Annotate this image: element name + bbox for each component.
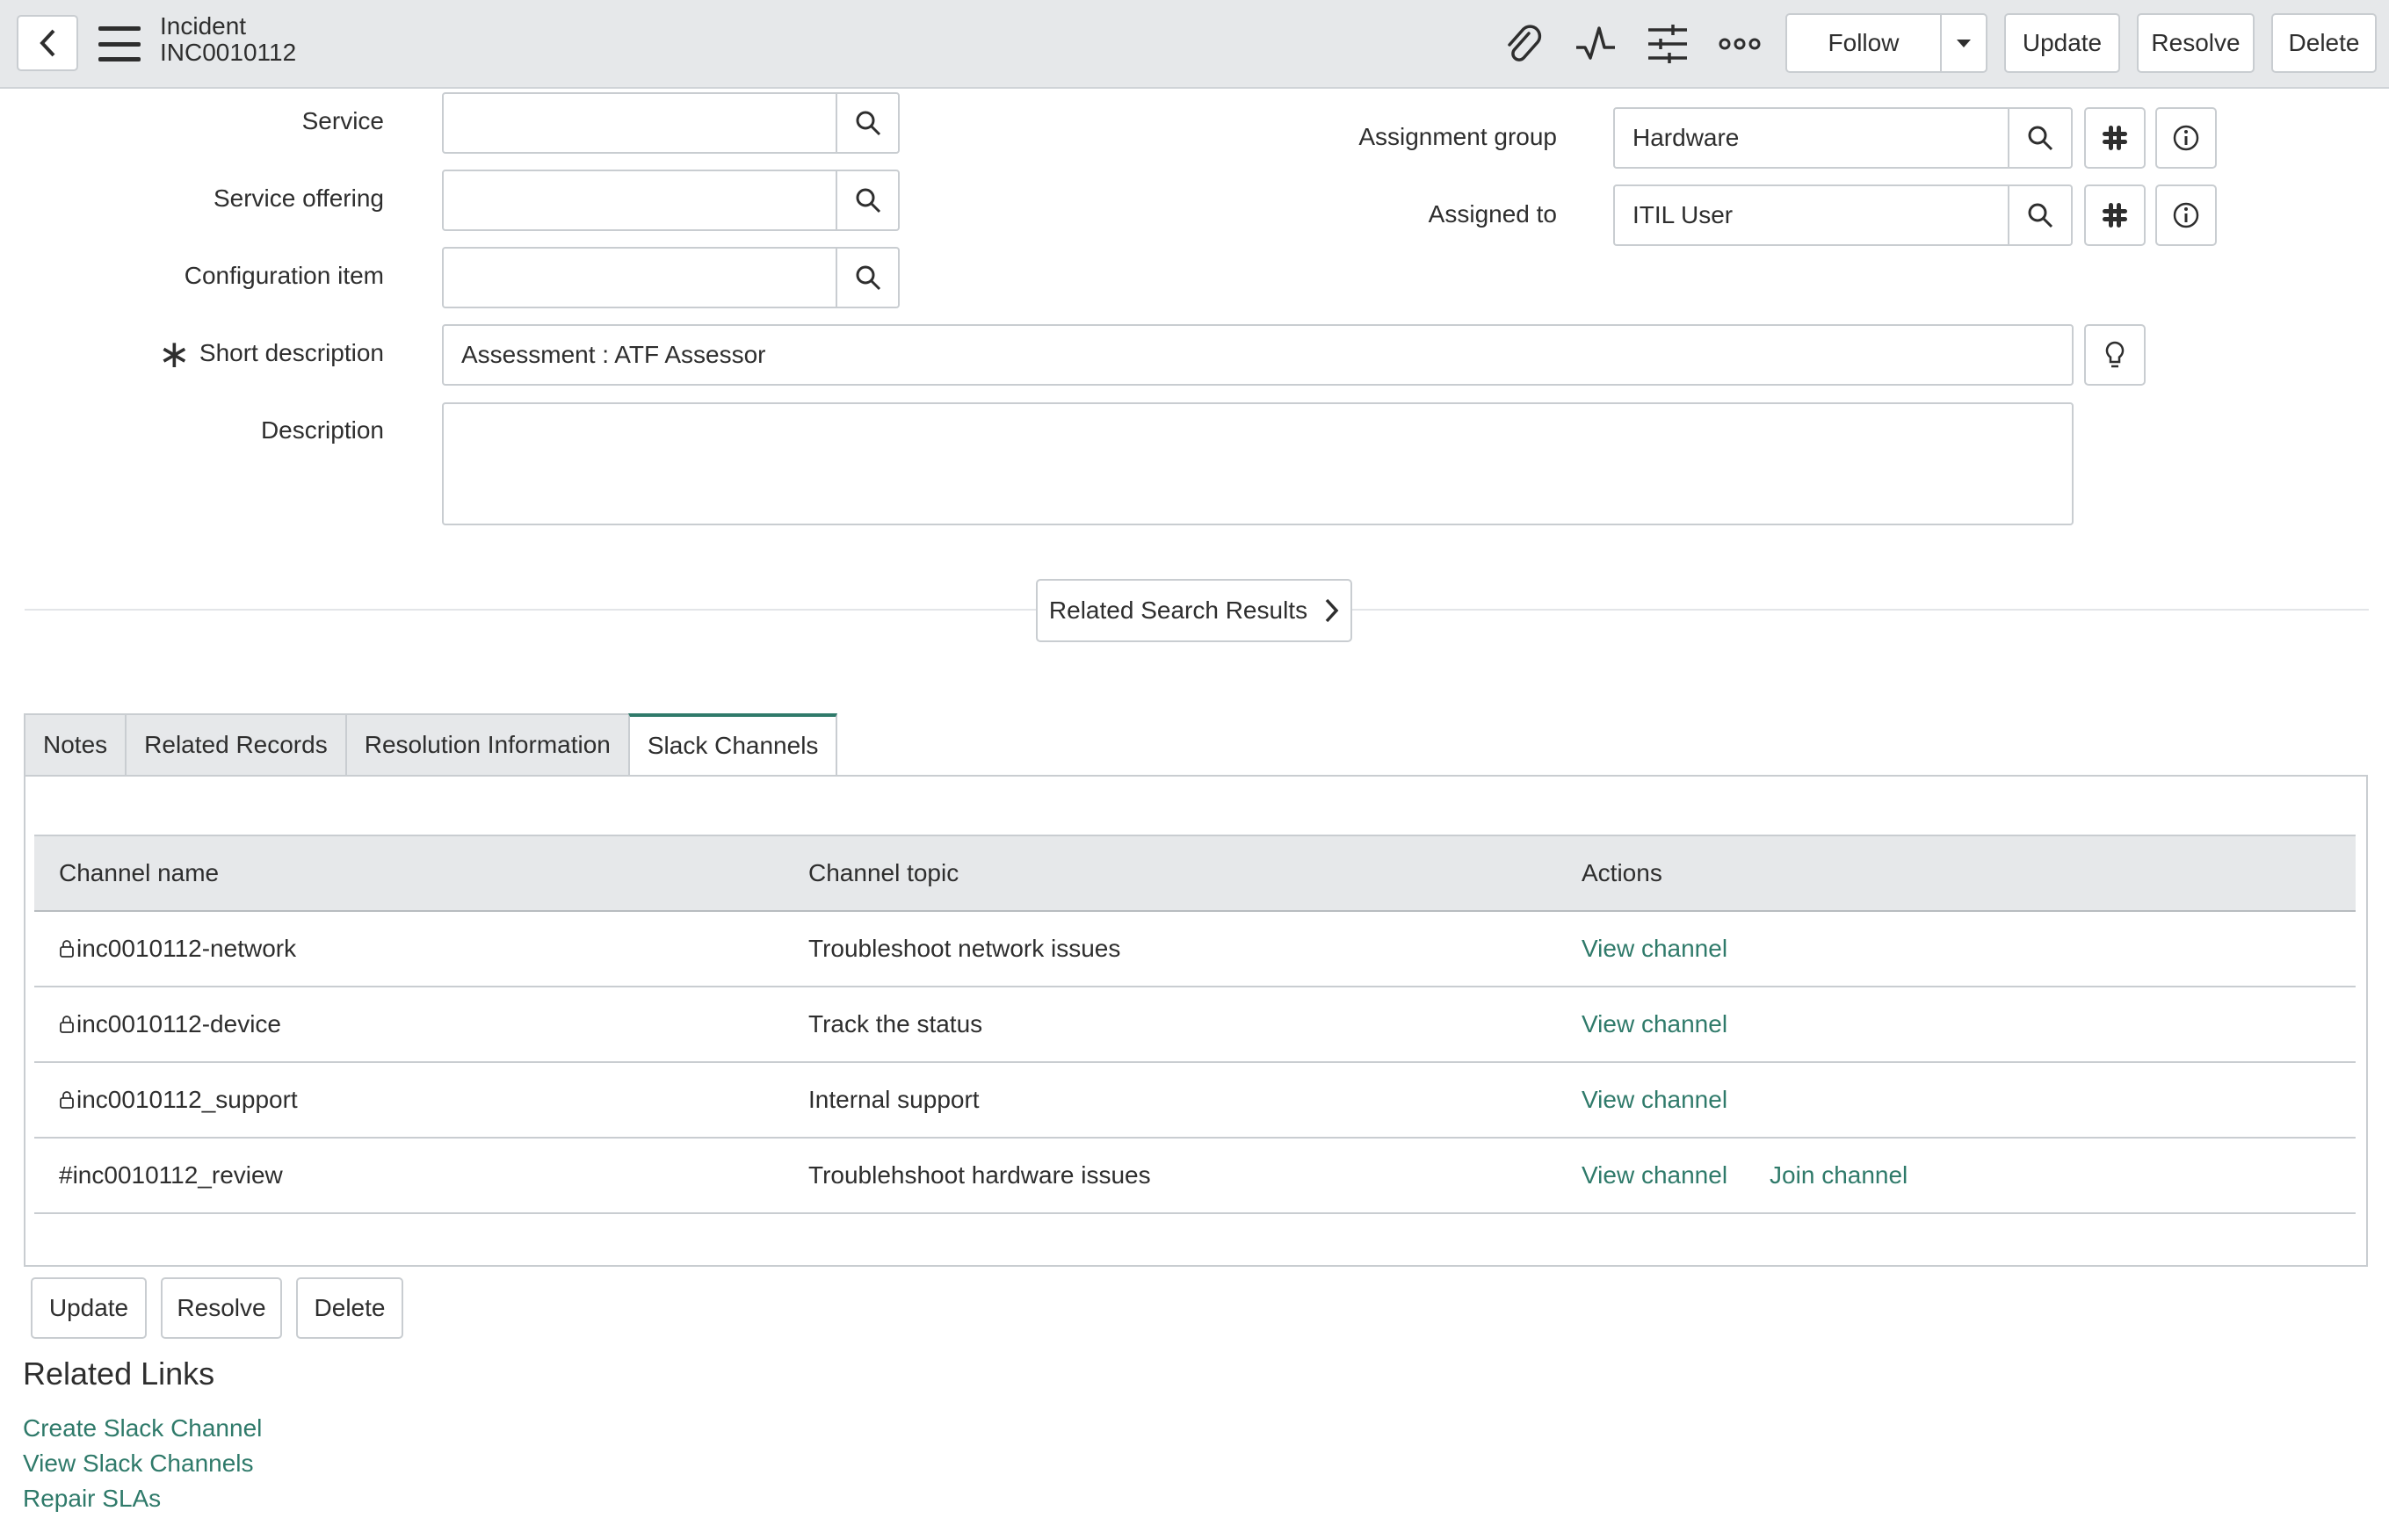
service-offering-lookup-button[interactable]	[836, 170, 900, 231]
service-input[interactable]	[442, 92, 837, 154]
configuration-item-input[interactable]	[442, 247, 837, 308]
info-icon	[2173, 202, 2199, 228]
tab-related-records[interactable]: Related Records	[125, 713, 345, 777]
back-button[interactable]	[17, 15, 78, 71]
search-icon	[2028, 203, 2053, 228]
tab-slack-channels[interactable]: Slack Channels	[627, 713, 838, 777]
service-offering-label: Service offering	[213, 184, 384, 212]
channel-topic: Internal support	[808, 1086, 980, 1113]
view-channel-link[interactable]: View channel	[1582, 1161, 1727, 1189]
bottom-update-button[interactable]: Update	[31, 1277, 147, 1339]
related-list-tabs: Notes Related Records Resolution Informa…	[24, 713, 838, 777]
configuration-item-lookup-button[interactable]	[836, 247, 900, 308]
slack-icon	[2103, 203, 2127, 228]
form-header: Incident INC0010112 Follow Update Resolv…	[0, 0, 2389, 89]
table-row: inc0010112_support Internal support View…	[34, 1063, 2356, 1139]
service-lookup-button[interactable]	[836, 92, 900, 154]
search-icon	[856, 188, 880, 213]
back-arrow-icon	[40, 29, 55, 57]
view-channel-link[interactable]: View channel	[1582, 1010, 1727, 1038]
related-search-label: Related Search Results	[1048, 596, 1308, 624]
assignment-group-info-button[interactable]	[2155, 107, 2217, 169]
table-row: #inc0010112_review Troublehshoot hardwar…	[34, 1139, 2356, 1214]
short-description-input[interactable]: Assessment : ATF Assessor	[442, 324, 2074, 386]
bottom-delete-button[interactable]: Delete	[296, 1277, 403, 1339]
search-icon	[856, 111, 880, 136]
view-channel-link[interactable]: View channel	[1582, 1086, 1727, 1114]
related-links-title: Related Links	[23, 1356, 215, 1392]
update-button[interactable]: Update	[2004, 13, 2120, 73]
create-slack-channel-link[interactable]: Create Slack Channel	[23, 1414, 262, 1442]
record-type: Incident	[160, 12, 247, 40]
lightbulb-icon	[2105, 341, 2125, 368]
repair-slas-link[interactable]: Repair SLAs	[23, 1485, 161, 1513]
search-icon	[2028, 126, 2053, 151]
channel-topic: Track the status	[808, 1010, 983, 1038]
tab-resolution-information[interactable]: Resolution Information	[344, 713, 628, 777]
table-row: inc0010112-network Troubleshoot network …	[34, 912, 2356, 987]
channel-topic: Troublehshoot hardware issues	[808, 1161, 1151, 1189]
channel-name: inc0010112-device	[76, 1010, 281, 1038]
info-icon	[2173, 125, 2199, 151]
bottom-resolve-button[interactable]: Resolve	[161, 1277, 282, 1339]
assigned-to-lookup-button[interactable]	[2008, 184, 2073, 246]
related-search-results-button[interactable]: Related Search Results	[1036, 579, 1352, 642]
channel-name: #inc0010112_review	[59, 1161, 283, 1189]
column-header-actions: Actions	[1582, 859, 1662, 886]
channel-name: inc0010112_support	[76, 1086, 298, 1113]
assigned-to-slack-button[interactable]	[2084, 184, 2146, 246]
suggestion-button[interactable]	[2084, 324, 2146, 386]
service-label: Service	[301, 107, 384, 134]
view-slack-channels-link[interactable]: View Slack Channels	[23, 1450, 254, 1478]
column-header-channel-name: Channel name	[59, 859, 220, 886]
assignment-group-slack-button[interactable]	[2084, 107, 2146, 169]
record-number: INC0010112	[160, 39, 297, 66]
join-channel-link[interactable]: Join channel	[1770, 1161, 1908, 1189]
more-icon[interactable]	[1713, 18, 1766, 70]
description-label: Description	[260, 416, 384, 444]
required-indicator-icon: ∗	[158, 333, 191, 376]
table-header: Channel name Channel topic Actions	[34, 835, 2356, 912]
sliders-icon[interactable]	[1641, 18, 1694, 70]
delete-button[interactable]: Delete	[2271, 13, 2377, 73]
activity-icon[interactable]	[1569, 18, 1622, 70]
channel-name: inc0010112-network	[76, 935, 297, 962]
assignment-group-label: Assignment group	[1358, 123, 1557, 150]
slack-icon	[2103, 126, 2127, 150]
resolve-button[interactable]: Resolve	[2137, 13, 2255, 73]
view-channel-link[interactable]: View channel	[1582, 935, 1727, 963]
slack-channels-table: Channel name Channel topic Actions inc00…	[34, 835, 2356, 1214]
service-offering-input[interactable]	[442, 170, 837, 231]
assignment-group-input[interactable]: Hardware	[1613, 107, 2009, 169]
channel-topic: Troubleshoot network issues	[808, 935, 1121, 962]
assigned-to-label: Assigned to	[1428, 200, 1557, 228]
follow-button[interactable]: Follow	[1785, 13, 1942, 73]
tab-notes[interactable]: Notes	[24, 713, 126, 777]
search-icon	[856, 265, 880, 291]
paperclip-icon[interactable]	[1497, 18, 1550, 70]
short-description-label: Short description	[199, 339, 384, 366]
hamburger-icon[interactable]	[98, 26, 141, 61]
lock-icon	[59, 1015, 75, 1034]
caret-down-icon	[1957, 40, 1971, 47]
table-row: inc0010112-device Track the status View …	[34, 987, 2356, 1063]
lock-icon	[59, 939, 75, 958]
assigned-to-info-button[interactable]	[2155, 184, 2217, 246]
chevron-right-icon	[1325, 598, 1339, 623]
configuration-item-label: Configuration item	[184, 262, 384, 289]
column-header-channel-topic: Channel topic	[808, 859, 959, 886]
assignment-group-lookup-button[interactable]	[2008, 107, 2073, 169]
follow-dropdown-button[interactable]	[1940, 13, 1987, 73]
assigned-to-input[interactable]: ITIL User	[1613, 184, 2009, 246]
lock-icon	[59, 1090, 75, 1110]
description-textarea[interactable]	[442, 402, 2074, 525]
